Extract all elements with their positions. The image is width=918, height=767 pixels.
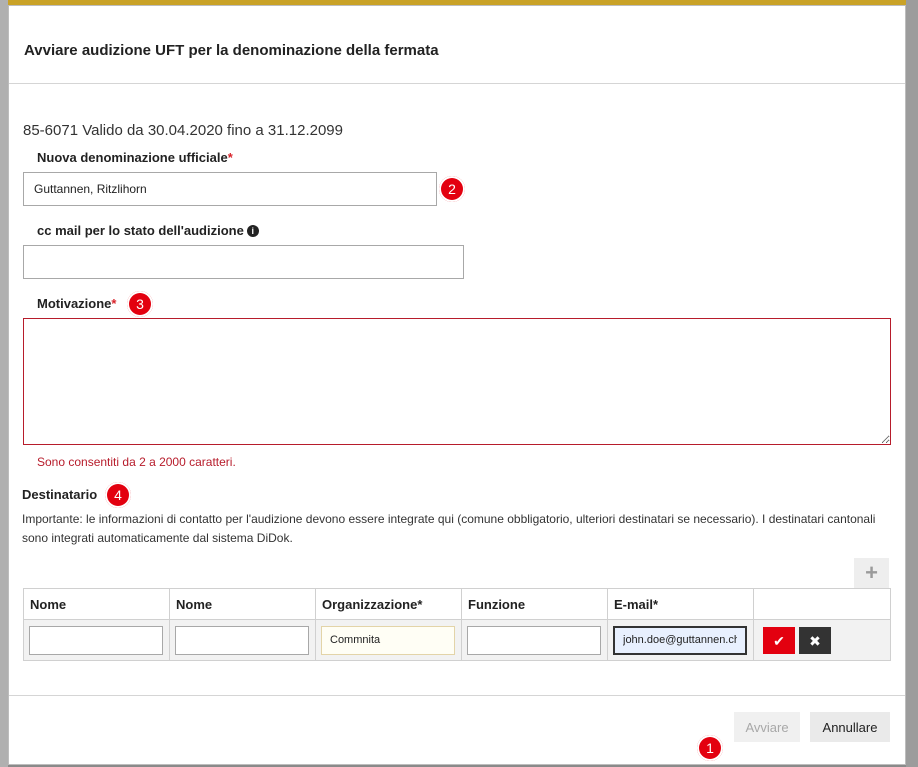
backdrop-left: [0, 0, 8, 767]
first-name-input[interactable]: [29, 625, 163, 655]
dialog-header: Avviare audizione UFT per la denominazio…: [9, 6, 905, 84]
column-header-actions: [753, 588, 891, 620]
cell-first-name: [23, 619, 170, 661]
new-name-label-text: Nuova denominazione ufficiale: [37, 150, 228, 165]
column-header-last-name: Nome: [169, 588, 316, 620]
cell-last-name: [169, 619, 316, 661]
dialog-title: Avviare audizione UFT per la denominazio…: [24, 42, 439, 59]
column-header-function: Funzione: [461, 588, 608, 620]
column-header-email: E-mail*: [607, 588, 754, 620]
cell-function: [461, 619, 608, 661]
required-mark: *: [111, 296, 117, 311]
new-name-label: Nuova denominazione ufficiale*: [37, 150, 233, 165]
validity-text: 85-6071 Valido da 30.04.2020 fino a 31.1…: [23, 122, 343, 139]
cc-mail-label-text: cc mail per lo stato dell'audizione: [37, 223, 244, 238]
table-row: ✔✖: [23, 619, 891, 661]
cc-mail-input[interactable]: [23, 245, 464, 279]
motivation-textarea[interactable]: [23, 318, 891, 445]
cell-email: [607, 619, 754, 661]
column-header-organization: Organizzazione*: [315, 588, 462, 620]
cancel-button[interactable]: Annullare: [810, 712, 890, 742]
motivation-label: Motivazione*: [37, 296, 116, 311]
plus-icon: +: [865, 560, 878, 585]
recipients-title: Destinatario: [22, 487, 98, 502]
new-name-input[interactable]: [23, 172, 437, 206]
cell-actions: ✔ ✖: [753, 619, 891, 661]
callout-badge-3: 3: [127, 291, 153, 317]
function-input[interactable]: [467, 625, 601, 655]
footer-divider: [9, 695, 905, 696]
recipients-hint: Importante: le informazioni di contatto …: [22, 512, 876, 545]
recipients-table: Nome Nome Organizzazione* Funzione E-mai…: [23, 588, 891, 661]
add-recipient-button[interactable]: +: [854, 558, 889, 588]
info-circle-icon[interactable]: i: [246, 225, 259, 237]
backdrop-right: [906, 0, 918, 767]
hearing-dialog: Avviare audizione UFT per la denominazio…: [8, 5, 906, 765]
callout-badge-1: 1: [697, 735, 723, 761]
cell-organization: [315, 619, 462, 661]
close-icon: ✖: [809, 632, 821, 649]
motivation-error: Sono consentiti da 2 a 2000 caratteri.: [37, 455, 236, 469]
column-header-first-name: Nome: [23, 588, 170, 620]
confirm-row-button[interactable]: ✔: [763, 626, 795, 654]
cc-mail-label: cc mail per lo stato dell'audizione i: [37, 223, 259, 238]
start-hearing-button[interactable]: Avviare: [734, 712, 800, 742]
callout-badge-4: 4: [105, 482, 131, 508]
callout-badge-2: 2: [439, 176, 465, 202]
required-mark: *: [227, 150, 233, 165]
last-name-input[interactable]: [175, 625, 309, 655]
table-header-row: Nome Nome Organizzazione* Funzione E-mai…: [23, 588, 891, 620]
email-input[interactable]: [613, 625, 747, 655]
motivation-label-text: Motivazione: [37, 296, 112, 311]
check-icon: ✔: [773, 632, 785, 649]
discard-row-button[interactable]: ✖: [799, 626, 831, 654]
organization-input[interactable]: [321, 625, 455, 655]
